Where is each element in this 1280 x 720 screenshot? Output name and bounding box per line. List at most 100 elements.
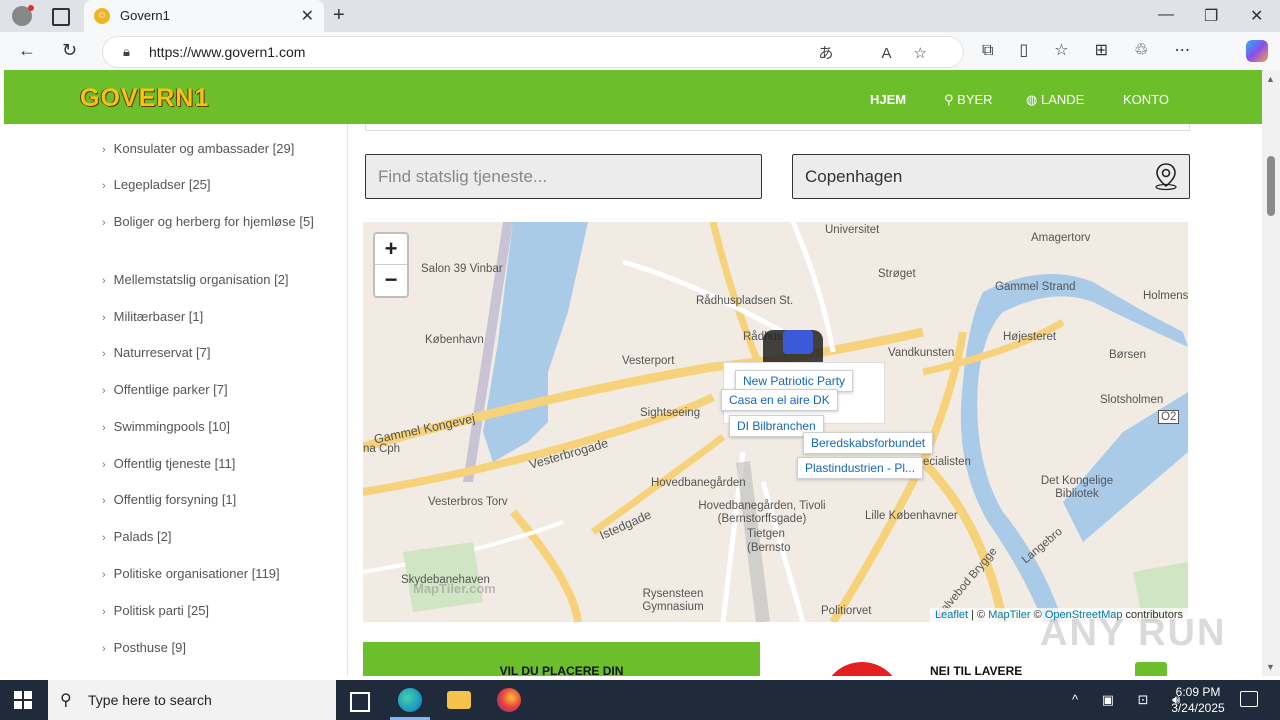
category-item[interactable]: › Militærbaser [1] bbox=[102, 306, 322, 329]
map-label: Universitet bbox=[825, 224, 880, 236]
window-close-icon[interactable]: ✕ bbox=[1250, 6, 1263, 26]
category-item[interactable]: › Posthuse [9] bbox=[102, 637, 322, 660]
edge-icon[interactable] bbox=[398, 688, 422, 712]
zoom-out-button[interactable]: − bbox=[375, 265, 407, 295]
nav-konto[interactable]: KONTO bbox=[1123, 92, 1169, 107]
clock-date: 3/24/2025 bbox=[1171, 701, 1225, 715]
taskbar-search[interactable]: ⚲ Type here to search bbox=[48, 680, 336, 720]
poi-beredskabsforbundet[interactable]: Beredskabsforbundet bbox=[803, 432, 934, 454]
city-input[interactable] bbox=[803, 166, 1137, 188]
lock-icon[interactable]: 🔒︎ bbox=[123, 44, 130, 60]
firefox-icon[interactable] bbox=[497, 688, 521, 712]
maptiler-watermark: MapTiler.com bbox=[413, 581, 496, 596]
file-explorer-icon[interactable] bbox=[447, 691, 471, 709]
poi-plastindustrien[interactable]: Plastindustrien - Pl... bbox=[797, 457, 924, 479]
category-item[interactable]: › Boliger og herberg for hjemløse [5] bbox=[102, 211, 322, 234]
scroll-up-icon[interactable]: ▲ bbox=[1266, 74, 1275, 84]
category-item[interactable]: › Offentlig tjeneste [11] bbox=[102, 453, 322, 476]
map-label: Tietgen (Bernsto bbox=[747, 528, 791, 554]
chevron-right-icon: › bbox=[102, 606, 106, 618]
category-label[interactable]: Naturreservat [7] bbox=[114, 345, 211, 360]
leaflet-map[interactable]: + − Universitet Amagertorv Salon 39 Vinb… bbox=[363, 222, 1188, 622]
promo-button[interactable] bbox=[1135, 662, 1167, 676]
category-item[interactable]: › Mellemstatslig organisation [2] bbox=[102, 269, 322, 292]
copilot-icon[interactable] bbox=[1246, 40, 1268, 62]
url-text[interactable]: https://www.govern1.com bbox=[149, 44, 305, 60]
chevron-right-icon: › bbox=[102, 180, 106, 192]
task-view-icon[interactable] bbox=[350, 692, 370, 712]
taskbar-clock[interactable]: 6:09 PM 3/24/2025 bbox=[1168, 684, 1228, 716]
scrollbar-thumb[interactable] bbox=[1267, 156, 1275, 216]
url-action-icons[interactable]: あ A☆ bbox=[818, 42, 949, 63]
notification-center-icon[interactable] bbox=[1240, 691, 1258, 707]
minimize-icon[interactable]: — bbox=[1158, 6, 1174, 24]
category-label[interactable]: Offentlige parker [7] bbox=[114, 382, 228, 397]
red-circle-graphic bbox=[822, 662, 902, 676]
category-item[interactable]: › Konsulater og ambassader [29] bbox=[102, 138, 322, 161]
city-search-box[interactable] bbox=[792, 154, 1190, 199]
map-label: Salon 39 Vinbar bbox=[421, 263, 503, 275]
category-sidebar: › Konsulater og ambassader [29] › Legeplad… bbox=[4, 124, 348, 676]
nav-hjem[interactable]: HJEM bbox=[870, 92, 906, 107]
zoom-in-button[interactable]: + bbox=[375, 234, 407, 265]
category-label[interactable]: Offentlig forsyning [1] bbox=[114, 492, 237, 507]
nav-lande[interactable]: ◍ LANDE bbox=[1026, 92, 1084, 108]
chevron-right-icon: › bbox=[102, 144, 106, 156]
category-label[interactable]: Posthuse [9] bbox=[114, 640, 186, 655]
category-item[interactable]: › Naturreservat [7] bbox=[102, 342, 322, 365]
category-item[interactable]: › Legepladser [25] bbox=[102, 174, 322, 197]
search-icon: ⚲ bbox=[60, 692, 72, 709]
category-item[interactable]: › Swimmingpools [10] bbox=[102, 416, 322, 439]
category-label[interactable]: Mellemstatslig organisation [2] bbox=[114, 272, 289, 287]
category-label[interactable]: Swimmingpools [10] bbox=[114, 419, 230, 434]
tab-title: Govern1 bbox=[120, 8, 170, 23]
map-label: Amagertorv bbox=[1031, 232, 1091, 244]
service-search-input[interactable] bbox=[376, 166, 750, 188]
category-label[interactable]: Offentlig tjeneste [11] bbox=[114, 456, 236, 471]
category-label[interactable]: Konsulater og ambassader [29] bbox=[114, 141, 295, 156]
map-label: Hovedbanegården, Tivoli (Bernstorffsgade… bbox=[698, 500, 826, 525]
service-search-box[interactable] bbox=[365, 154, 762, 199]
page-scrollbar[interactable]: ▲ ▼ bbox=[1262, 70, 1280, 676]
scroll-down-icon[interactable]: ▼ bbox=[1266, 662, 1275, 672]
map-label: Højesteret bbox=[1003, 331, 1057, 343]
attrib-separator: | © bbox=[968, 609, 989, 621]
category-label[interactable]: Politisk parti [25] bbox=[114, 603, 209, 618]
new-tab-button[interactable]: + bbox=[333, 4, 345, 27]
maptiler-link[interactable]: MapTiler bbox=[988, 609, 1030, 621]
site-logo[interactable]: GOVERN1 bbox=[80, 84, 209, 113]
promo-heading: NEI TIL LAVERE bbox=[930, 664, 1023, 676]
map-label: Vesterport bbox=[622, 355, 675, 367]
leaflet-link[interactable]: Leaflet bbox=[935, 609, 968, 621]
chevron-right-icon: › bbox=[102, 422, 106, 434]
refresh-icon[interactable]: ↻ bbox=[62, 40, 77, 61]
back-icon[interactable]: ← bbox=[18, 40, 36, 61]
nav-byer[interactable]: ⚲ BYER bbox=[944, 92, 993, 108]
marker-icon[interactable] bbox=[783, 330, 813, 354]
promo-banner[interactable]: VIL DU PLACERE DIN bbox=[363, 642, 760, 676]
category-item[interactable]: › Politiske organisationer [119] bbox=[102, 563, 322, 586]
category-item[interactable]: › Offentlig forsyning [1] bbox=[102, 489, 322, 512]
location-pin-icon[interactable] bbox=[1151, 161, 1181, 191]
chevron-right-icon: › bbox=[102, 385, 106, 397]
category-item[interactable]: › Politisk parti [25] bbox=[102, 600, 322, 623]
map-label: Vesterbros Torv bbox=[428, 496, 508, 508]
site-header: GOVERN1 HJEM ⚲ BYER ◍ LANDE KONTO bbox=[4, 70, 1262, 124]
category-label[interactable]: Boliger og herberg for hjemløse [5] bbox=[114, 214, 314, 229]
toolbar-extension-icons[interactable]: ⧉▯☆⊞♲⋯ bbox=[982, 40, 1216, 60]
browser-tab-govern1[interactable]: ☺ Govern1 ✕ bbox=[84, 0, 324, 32]
category-label[interactable]: Militærbaser [1] bbox=[114, 309, 204, 324]
address-bar[interactable]: 🔒︎ https://www.govern1.com あ A☆ bbox=[102, 36, 964, 68]
anyrun-watermark: ANY RUN bbox=[1040, 612, 1227, 654]
tab-actions-icon[interactable] bbox=[52, 8, 70, 26]
category-label[interactable]: Palads [2] bbox=[114, 529, 172, 544]
map-label: Børsen bbox=[1109, 349, 1147, 361]
windows-start-icon[interactable] bbox=[14, 691, 32, 709]
category-item[interactable]: › Offentlige parker [7] bbox=[102, 379, 322, 402]
poi-casa-en-el-aire[interactable]: Casa en el aire DK bbox=[721, 389, 838, 411]
category-label[interactable]: Legepladser [25] bbox=[114, 177, 211, 192]
restore-icon[interactable]: ❐ bbox=[1204, 6, 1218, 26]
category-item[interactable]: › Palads [2] bbox=[102, 526, 322, 549]
close-tab-icon[interactable]: ✕ bbox=[301, 6, 314, 26]
category-label[interactable]: Politiske organisationer [119] bbox=[114, 566, 280, 581]
